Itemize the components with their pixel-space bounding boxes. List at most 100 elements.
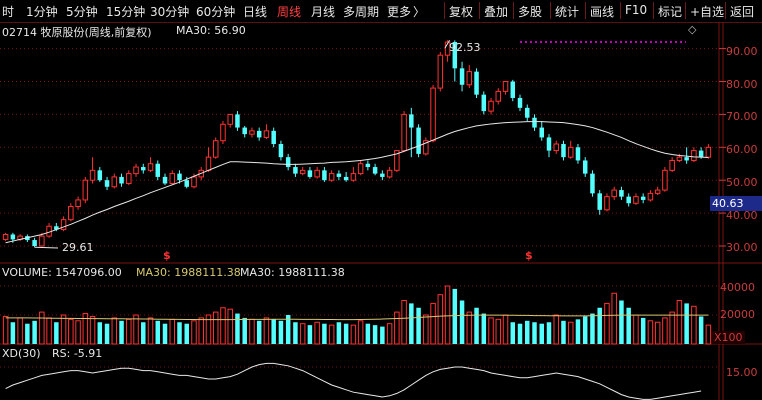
candle-down bbox=[372, 167, 378, 174]
volume-bar-down bbox=[517, 323, 523, 344]
candle-up bbox=[220, 123, 226, 142]
volume-bar-up bbox=[89, 315, 96, 345]
volume-bar-down bbox=[10, 322, 16, 344]
volume-bar-up bbox=[604, 302, 610, 345]
volume-bar-down bbox=[532, 322, 537, 344]
candle-down bbox=[336, 173, 342, 177]
candle-down bbox=[532, 117, 537, 128]
candle-up bbox=[191, 176, 197, 188]
volume-bar-up bbox=[169, 318, 176, 345]
volume-bar-up bbox=[386, 323, 393, 345]
candle-up bbox=[611, 189, 617, 198]
volume-bar-down bbox=[582, 316, 588, 344]
candle-up bbox=[126, 173, 132, 184]
price-tick-60: 60.00 bbox=[726, 143, 758, 156]
candle-down bbox=[32, 240, 37, 246]
price-tick-90: 90.00 bbox=[726, 45, 758, 58]
candle-down bbox=[684, 157, 689, 161]
volume-bar-up bbox=[488, 317, 494, 345]
candle-down bbox=[235, 114, 240, 128]
volume-bar-down bbox=[698, 316, 704, 344]
volume-bar-up bbox=[314, 321, 320, 345]
candle-down bbox=[640, 196, 646, 200]
candle-up bbox=[2, 233, 9, 240]
candle-up bbox=[263, 130, 270, 138]
candle-up bbox=[669, 159, 675, 171]
volume-bar-up bbox=[444, 285, 451, 345]
volume-bar-up bbox=[423, 314, 429, 345]
volume-bar-up bbox=[553, 314, 559, 345]
volume-bar-down bbox=[141, 322, 146, 344]
candle-up bbox=[299, 169, 306, 175]
candle-up bbox=[75, 199, 81, 208]
volume-bar-down bbox=[561, 320, 566, 344]
volume-bar-up bbox=[647, 320, 654, 345]
candle-down bbox=[155, 163, 161, 177]
volume-bar-down bbox=[278, 320, 284, 344]
volume-bar-up bbox=[147, 317, 154, 345]
current-price-badge: 40.63 bbox=[710, 196, 762, 211]
volume-bar-up bbox=[75, 320, 81, 345]
candle-up bbox=[314, 169, 320, 178]
candle-up bbox=[495, 90, 502, 102]
volume-bar-down bbox=[474, 307, 479, 344]
volume-ma30-line bbox=[5, 314, 709, 321]
volume-bar-up bbox=[39, 311, 45, 345]
volume-bar-up bbox=[350, 324, 357, 345]
candle-up bbox=[227, 113, 233, 125]
candle-down bbox=[322, 170, 327, 181]
volume-bar-up bbox=[198, 317, 204, 345]
candle-down bbox=[278, 144, 284, 158]
ma30-line bbox=[5, 121, 709, 244]
candle-up bbox=[169, 173, 176, 184]
volume-bar-down bbox=[590, 313, 595, 344]
options-icon[interactable]: ◇ bbox=[688, 23, 696, 36]
candle-down bbox=[409, 114, 414, 128]
volume-bar-down bbox=[235, 313, 240, 344]
candle-down bbox=[307, 170, 313, 177]
price-tick-30: 30.00 bbox=[726, 241, 758, 254]
volume-unit: X100 bbox=[712, 331, 745, 344]
volume-bar-up bbox=[567, 321, 574, 345]
volume-bar-down bbox=[119, 320, 124, 344]
volume-bar-down bbox=[372, 325, 378, 344]
volume-bar-up bbox=[299, 323, 306, 345]
stock-title: 02714 牧原股份(周线,前复权) bbox=[2, 26, 152, 39]
volume-bar-up bbox=[328, 324, 335, 345]
volume-bar-up bbox=[502, 314, 509, 345]
price-tick-70: 70.00 bbox=[726, 110, 758, 123]
candle-down bbox=[256, 130, 262, 138]
volume-bar-down bbox=[416, 307, 421, 344]
volume-bar-up bbox=[662, 317, 668, 345]
volume-bar-down bbox=[597, 307, 602, 344]
volume-bar-down bbox=[271, 319, 276, 344]
candle-up bbox=[502, 81, 509, 92]
volume-bar-up bbox=[111, 317, 118, 345]
candle-down bbox=[582, 160, 588, 174]
volume-bar-up bbox=[126, 318, 132, 345]
candle-up bbox=[205, 156, 212, 171]
volume-bar-down bbox=[307, 325, 313, 344]
volume-bar-down bbox=[546, 322, 552, 344]
candle-up bbox=[691, 150, 697, 161]
volume-bar-down bbox=[510, 322, 516, 344]
candle-up bbox=[654, 189, 661, 194]
candle-down bbox=[271, 130, 276, 145]
volume-bar-up bbox=[68, 318, 74, 345]
event-marker-1[interactable]: $ bbox=[163, 249, 171, 262]
candle-down bbox=[119, 176, 124, 184]
candle-up bbox=[147, 163, 154, 171]
volume-bar-up bbox=[60, 314, 67, 345]
candle-down bbox=[626, 196, 631, 204]
volume-bar-up bbox=[263, 317, 270, 345]
event-marker-2[interactable]: $ bbox=[525, 249, 533, 262]
volume-bar-up bbox=[691, 305, 697, 345]
volume-bar-up bbox=[394, 311, 400, 345]
volume-tick-40000: 40000 bbox=[720, 281, 755, 294]
volume-bar-down bbox=[481, 313, 487, 344]
candle-up bbox=[89, 169, 96, 181]
candle-down bbox=[619, 190, 624, 197]
candle-down bbox=[525, 107, 530, 118]
candle-down bbox=[481, 94, 487, 112]
stock-chart[interactable] bbox=[0, 0, 762, 400]
